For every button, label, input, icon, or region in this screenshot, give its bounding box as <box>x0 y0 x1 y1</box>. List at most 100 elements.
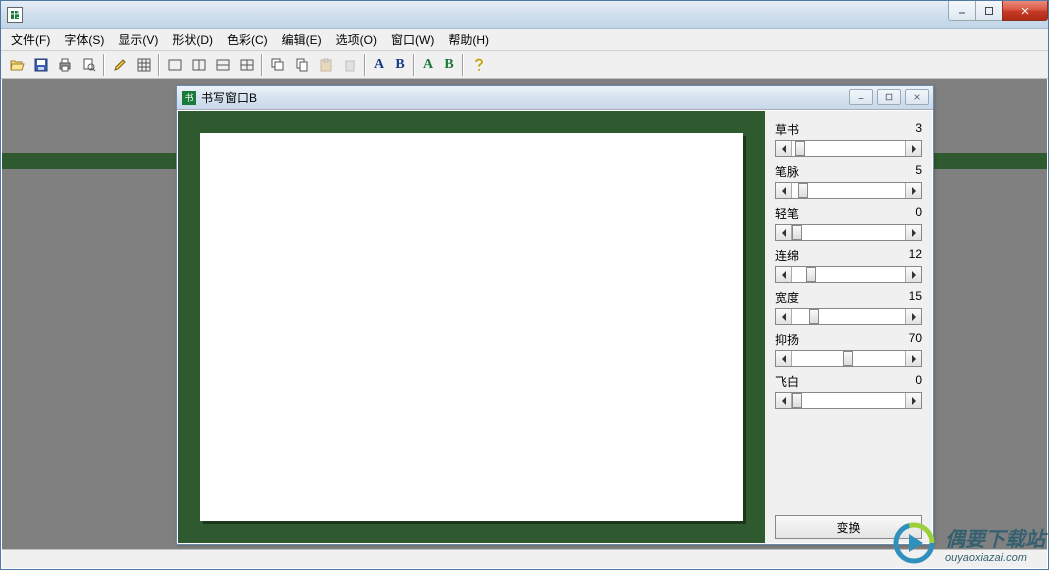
layout1-icon[interactable] <box>163 54 186 76</box>
child-body: 草书3 笔脉 5 轻笔0 连绵 12 宽度 15 抑扬70 飞白0 变换 <box>178 111 932 543</box>
slider-track[interactable] <box>775 308 922 325</box>
slider-group: 轻笔0 <box>775 205 922 241</box>
slider-increment-button[interactable] <box>905 225 921 240</box>
slider-decrement-button[interactable] <box>776 309 792 324</box>
slider-decrement-button[interactable] <box>776 267 792 282</box>
slider-rail[interactable] <box>792 393 905 408</box>
pencil-icon[interactable] <box>108 54 131 76</box>
slider-track[interactable] <box>775 224 922 241</box>
style-a1-icon[interactable]: A <box>369 54 389 76</box>
minimize-button[interactable] <box>948 1 976 21</box>
slider-thumb[interactable] <box>809 309 819 324</box>
slider-rail[interactable] <box>792 309 905 324</box>
menu-color[interactable]: 色彩(C) <box>221 29 274 50</box>
slider-value: 0 <box>915 373 922 390</box>
slider-increment-button[interactable] <box>905 141 921 156</box>
menu-options[interactable]: 选项(O) <box>330 29 383 50</box>
slider-rail[interactable] <box>792 267 905 282</box>
slider-track[interactable] <box>775 392 922 409</box>
maximize-button[interactable] <box>975 1 1003 21</box>
slider-label: 连绵 <box>775 247 799 264</box>
slider-value: 15 <box>909 289 922 306</box>
app-icon: 书 <box>7 7 23 23</box>
slider-track[interactable] <box>775 140 922 157</box>
child-window-controls <box>849 89 929 105</box>
slider-group: 抑扬70 <box>775 331 922 367</box>
toolbar-separator <box>261 54 263 76</box>
toolbar: A B A B <box>1 51 1048 79</box>
slider-track[interactable] <box>775 350 922 367</box>
writing-canvas[interactable] <box>200 133 743 521</box>
menu-edit[interactable]: 编辑(E) <box>276 29 328 50</box>
slider-decrement-button[interactable] <box>776 225 792 240</box>
style-b2-icon[interactable]: B <box>439 54 459 76</box>
slider-decrement-button[interactable] <box>776 141 792 156</box>
slider-increment-button[interactable] <box>905 393 921 408</box>
slider-track[interactable] <box>775 266 922 283</box>
toolbar-separator <box>462 54 464 76</box>
mdi-client-area: 书 书写窗口B 草书3 笔脉 5 轻笔0 连绵 12 宽度 15 抑扬70 飞白0 变换 <box>2 79 1047 549</box>
child-titlebar[interactable]: 书 书写窗口B <box>177 86 933 110</box>
child-window-title: 书写窗口B <box>201 89 257 106</box>
main-window: 书 文件(F) 字体(S) 显示(V) 形状(D) 色彩(C) 编辑(E) 选项… <box>0 0 1049 570</box>
slider-label: 笔脉 <box>775 163 799 180</box>
slider-increment-button[interactable] <box>905 183 921 198</box>
style-b1-icon[interactable]: B <box>390 54 410 76</box>
open-icon[interactable] <box>5 54 28 76</box>
slider-increment-button[interactable] <box>905 351 921 366</box>
layout3-icon[interactable] <box>211 54 234 76</box>
child-close-button[interactable] <box>905 89 929 105</box>
slider-decrement-button[interactable] <box>776 351 792 366</box>
slider-thumb[interactable] <box>795 141 805 156</box>
slider-increment-button[interactable] <box>905 267 921 282</box>
slider-group: 宽度 15 <box>775 289 922 325</box>
menu-font[interactable]: 字体(S) <box>58 29 110 50</box>
cascade-icon[interactable] <box>266 54 289 76</box>
slider-rail[interactable] <box>792 351 905 366</box>
menu-window[interactable]: 窗口(W) <box>385 29 440 50</box>
menu-shape[interactable]: 形状(D) <box>166 29 219 50</box>
slider-thumb[interactable] <box>843 351 853 366</box>
grid-icon[interactable] <box>132 54 155 76</box>
menu-help[interactable]: 帮助(H) <box>442 29 495 50</box>
slider-thumb[interactable] <box>792 393 802 408</box>
style-a2-icon[interactable]: A <box>418 54 438 76</box>
child-maximize-button[interactable] <box>877 89 901 105</box>
print-icon[interactable] <box>53 54 76 76</box>
slider-rail[interactable] <box>792 141 905 156</box>
slider-rail[interactable] <box>792 225 905 240</box>
copy-icon[interactable] <box>290 54 313 76</box>
preview-icon[interactable] <box>77 54 100 76</box>
window-controls <box>949 1 1048 21</box>
slider-track[interactable] <box>775 182 922 199</box>
slider-decrement-button[interactable] <box>776 393 792 408</box>
slider-group: 飞白0 <box>775 373 922 409</box>
menu-display[interactable]: 显示(V) <box>112 29 164 50</box>
delete-icon[interactable] <box>338 54 361 76</box>
slider-thumb[interactable] <box>792 225 802 240</box>
slider-label: 抑扬 <box>775 331 799 348</box>
slider-value: 5 <box>915 163 922 180</box>
paste-icon[interactable] <box>314 54 337 76</box>
slider-thumb[interactable] <box>806 267 816 282</box>
status-bar <box>2 549 1047 568</box>
writing-window: 书 书写窗口B 草书3 笔脉 5 轻笔0 连绵 12 宽度 15 抑扬70 飞白0 变换 <box>176 85 934 545</box>
help-icon[interactable] <box>467 54 490 76</box>
main-titlebar: 书 <box>1 1 1048 29</box>
slider-group: 草书3 <box>775 121 922 157</box>
menu-file[interactable]: 文件(F) <box>5 29 56 50</box>
slider-label: 宽度 <box>775 289 799 306</box>
layout2-icon[interactable] <box>187 54 210 76</box>
child-minimize-button[interactable] <box>849 89 873 105</box>
slider-thumb[interactable] <box>798 183 808 198</box>
slider-panel: 草书3 笔脉 5 轻笔0 连绵 12 宽度 15 抑扬70 飞白0 变换 <box>765 111 932 543</box>
canvas-area <box>178 111 765 543</box>
slider-increment-button[interactable] <box>905 309 921 324</box>
layout4-icon[interactable] <box>235 54 258 76</box>
slider-rail[interactable] <box>792 183 905 198</box>
transform-button[interactable]: 变换 <box>775 515 922 539</box>
slider-decrement-button[interactable] <box>776 183 792 198</box>
close-button[interactable] <box>1002 1 1048 21</box>
save-icon[interactable] <box>29 54 52 76</box>
slider-value: 12 <box>909 247 922 264</box>
